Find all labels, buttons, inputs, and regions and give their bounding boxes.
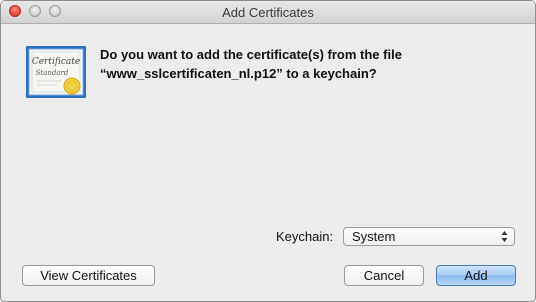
- cancel-button[interactable]: Cancel: [344, 265, 424, 286]
- svg-text:Certificate: Certificate: [32, 57, 80, 67]
- window-title: Add Certificates: [222, 5, 314, 20]
- keychain-popup[interactable]: System: [343, 227, 515, 246]
- message-line-1: Do you want to add the certificate(s) fr…: [100, 47, 402, 62]
- add-certificates-dialog: Add Certificates Certificate Standard Do…: [0, 0, 536, 302]
- dialog-message: Do you want to add the certificate(s) fr…: [100, 45, 520, 83]
- svg-text:Standard: Standard: [36, 69, 69, 77]
- title-bar: Add Certificates: [1, 1, 535, 24]
- certificate-icon: Certificate Standard: [25, 45, 87, 99]
- message-line-2: “www_sslcertificaten_nl.p12” to a keycha…: [100, 66, 377, 81]
- keychain-selected-value: System: [352, 229, 396, 244]
- add-button[interactable]: Add: [436, 265, 516, 286]
- view-certificates-button[interactable]: View Certificates: [22, 265, 155, 286]
- keychain-label: Keychain:: [276, 229, 334, 244]
- up-down-arrows-icon: [501, 230, 508, 243]
